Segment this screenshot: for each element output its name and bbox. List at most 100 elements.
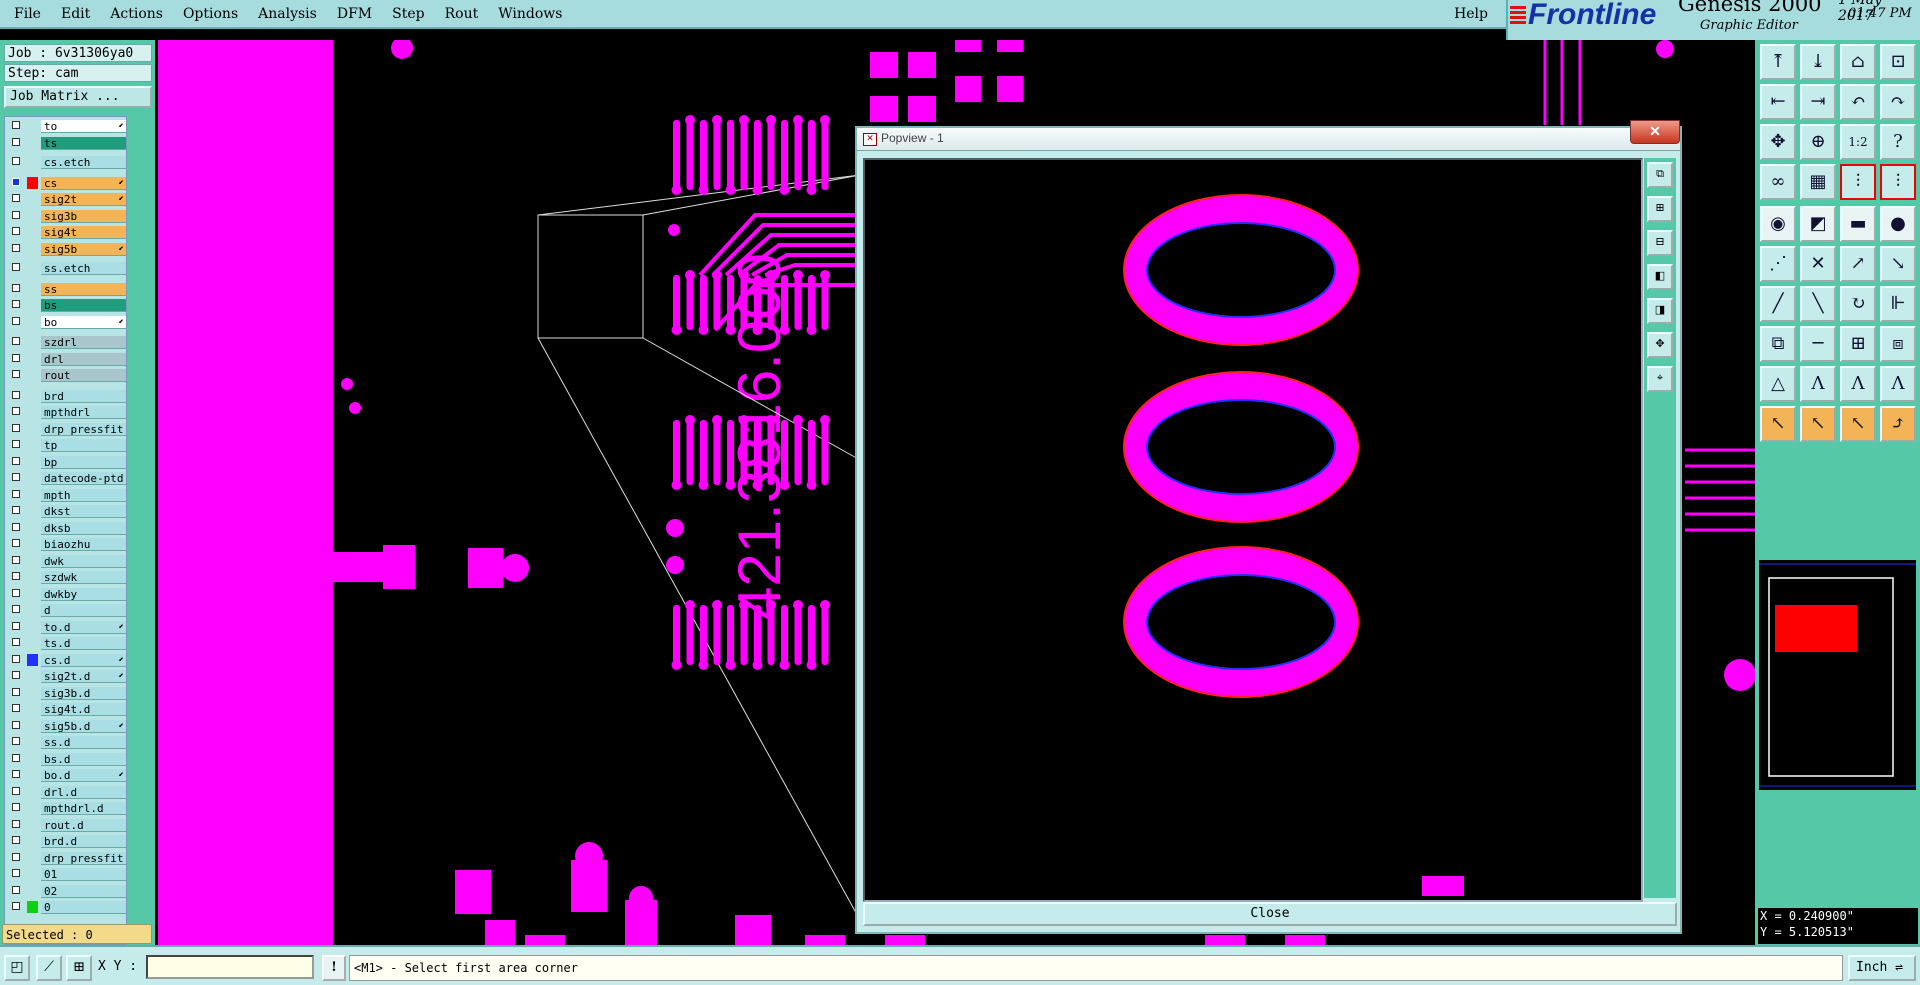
flip-icon[interactable]: ⊩ — [1880, 286, 1916, 322]
layer-name[interactable]: dkst — [41, 505, 126, 518]
select-icon[interactable]: ↖ — [1800, 406, 1836, 442]
layer-checkbox[interactable] — [12, 885, 20, 894]
popview-pan-right-icon[interactable]: ◨ — [1647, 298, 1673, 324]
layer-checkbox[interactable] — [12, 621, 20, 630]
layer-row[interactable]: rout — [5, 368, 126, 382]
popview-titlebar[interactable]: ✕ Popview - 1 — [857, 128, 1680, 151]
layer-checkbox[interactable] — [12, 852, 20, 861]
layer-name[interactable]: bp — [41, 455, 126, 469]
layer-checkbox[interactable] — [12, 770, 20, 778]
layer-checkbox[interactable] — [12, 300, 20, 308]
layer-name[interactable]: cs.etch — [41, 156, 126, 169]
arc-icon[interactable]: ↻ — [1840, 286, 1876, 322]
layer-name[interactable]: sig2t ⬋ — [41, 193, 126, 206]
layer-checkbox[interactable] — [12, 489, 20, 498]
popview-close-button[interactable]: Close — [863, 902, 1677, 926]
layer-row[interactable]: mpthdrl — [5, 405, 126, 419]
layer-row[interactable]: drl.d — [5, 785, 126, 799]
arc-b-icon[interactable]: Ʌ — [1840, 366, 1876, 402]
layer-row[interactable]: datecode-ptd — [5, 471, 126, 485]
layer-name[interactable]: to.d ⬋ — [41, 620, 126, 634]
layer-name[interactable]: szdwk — [41, 571, 126, 584]
layer-row[interactable]: sig3b.d — [5, 686, 126, 700]
layer-checkbox[interactable] — [12, 803, 20, 811]
layer-checkbox[interactable] — [12, 638, 20, 646]
layer-checkbox[interactable] — [12, 588, 20, 597]
layer-row[interactable]: biaozhu — [5, 537, 126, 551]
unit-selector[interactable]: Inch ⇌ — [1848, 955, 1916, 981]
layer-row[interactable]: sig2t.d ⬋ — [5, 669, 126, 683]
menu-rout[interactable]: Rout — [445, 6, 479, 22]
layer-name[interactable]: 0 — [41, 901, 126, 914]
xy-input[interactable] — [146, 955, 314, 979]
menu-options[interactable]: Options — [183, 6, 238, 22]
menu-file[interactable]: File — [14, 6, 41, 22]
layer-name[interactable]: ss — [41, 282, 126, 296]
layer-row[interactable]: dwk — [5, 554, 126, 568]
popview-canvas[interactable]: 000 — [863, 158, 1643, 902]
layer-name[interactable]: ts.d — [41, 637, 126, 650]
layer-checkbox[interactable] — [12, 539, 20, 547]
alert-button[interactable]: ! — [322, 955, 346, 981]
snap-mode-icon[interactable]: ⟋ — [36, 955, 62, 981]
layer-row[interactable]: dkst — [5, 504, 126, 518]
grid-mode-icon[interactable]: ⊞ — [66, 955, 92, 981]
layer-name[interactable]: cs.d ⬋ — [41, 653, 126, 667]
layer-name[interactable]: drl — [41, 352, 126, 366]
layer-checkbox[interactable] — [12, 316, 20, 325]
layer-checkbox[interactable] — [12, 283, 20, 292]
layer-row[interactable]: drp_pressfit — [5, 422, 126, 436]
layer-checkbox[interactable] — [12, 522, 20, 531]
layer-row[interactable]: sig3b — [5, 209, 126, 223]
redo-icon[interactable]: ↷ — [1880, 84, 1916, 120]
layer-name[interactable]: bs.d — [41, 752, 126, 766]
layer-name[interactable]: ss.etch — [41, 262, 126, 275]
circle-icon[interactable]: ● — [1880, 206, 1916, 242]
layer-row[interactable]: cs ⬋ — [5, 176, 126, 190]
popview-zoom-icon[interactable]: ⧉ — [1647, 162, 1673, 188]
layer-row[interactable]: cs.etch — [5, 155, 126, 169]
layer-checkbox[interactable] — [12, 687, 20, 696]
layer-name[interactable]: sig5b.d ⬋ — [41, 719, 126, 733]
overview-map[interactable] — [1759, 560, 1916, 790]
layer-name[interactable]: dksb — [41, 521, 126, 535]
layer-name[interactable]: tp — [41, 439, 126, 452]
layer-row[interactable]: brd.d — [5, 834, 126, 848]
ruler-icon[interactable]: ▬ — [1840, 206, 1876, 242]
popview-center-icon[interactable]: ⌖ — [1647, 366, 1673, 392]
layer-checkbox[interactable] — [12, 370, 20, 378]
layer-row[interactable]: drp_pressfit — [5, 851, 126, 865]
layer-row[interactable]: d — [5, 603, 126, 617]
add-line-icon[interactable]: ◩ — [1800, 206, 1836, 242]
layers-a-icon[interactable]: ⫶ — [1840, 164, 1876, 200]
layer-name[interactable]: szdrl — [41, 336, 126, 349]
layer-name[interactable]: ss.d — [41, 736, 126, 749]
layer-row[interactable]: dksb — [5, 521, 126, 535]
add-pad-icon[interactable]: ◉ — [1760, 206, 1796, 242]
layer-checkbox[interactable] — [12, 753, 20, 762]
layer-row[interactable]: 01 — [5, 867, 126, 881]
layer-name[interactable]: cs ⬋ — [41, 176, 126, 190]
layer-name[interactable]: sig4t.d — [41, 703, 126, 716]
layer-checkbox[interactable] — [12, 737, 20, 745]
layer-name[interactable]: ts — [41, 136, 126, 150]
mirror-icon[interactable]: ⧈ — [1880, 326, 1916, 362]
pan-right-icon[interactable]: ⇥ — [1800, 84, 1836, 120]
layer-name[interactable]: rout.d — [41, 818, 126, 832]
menu-edit[interactable]: Edit — [61, 6, 90, 22]
layer-name[interactable]: mpth — [41, 488, 126, 502]
layer-checkbox[interactable] — [12, 227, 20, 235]
layer-checkbox[interactable] — [12, 786, 20, 795]
layer-name[interactable]: dwk — [41, 554, 126, 568]
layer-name[interactable]: brd.d — [41, 835, 126, 848]
layer-row[interactable]: cs.d ⬋ — [5, 653, 126, 667]
layer-name[interactable]: sig5b ⬋ — [41, 242, 126, 256]
layer-row[interactable]: to ⬋ — [5, 119, 126, 133]
layer-name[interactable]: sig3b — [41, 209, 126, 223]
zoom-area-icon[interactable]: ⊕ — [1800, 124, 1836, 160]
layer-name[interactable]: biaozhu — [41, 538, 126, 551]
layer-checkbox[interactable] — [12, 423, 20, 432]
layer-checkbox[interactable] — [12, 121, 20, 129]
layer-name[interactable]: mpthdrl — [41, 406, 126, 419]
layer-name[interactable]: datecode-ptd — [41, 472, 126, 485]
